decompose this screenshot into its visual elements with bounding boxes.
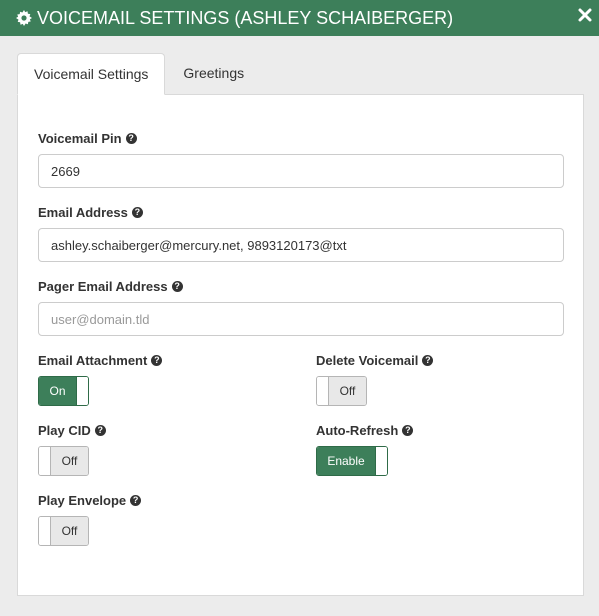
auto-refresh-label-text: Auto-Refresh — [316, 423, 399, 438]
email-attachment-label: Email Attachment ? — [38, 353, 163, 368]
help-icon[interactable]: ? — [130, 495, 142, 506]
play-cid-label: Play CID ? — [38, 423, 106, 438]
toggle-state: On — [39, 377, 76, 405]
help-icon[interactable]: ? — [131, 207, 143, 218]
toggle-knob — [39, 517, 51, 545]
gear-icon — [16, 10, 32, 26]
dialog-header: VOICEMAIL SETTINGS (ASHLEY SCHAIBERGER) — [0, 0, 599, 36]
play-envelope-label-text: Play Envelope — [38, 493, 127, 508]
delete-voicemail-label-text: Delete Voicemail — [316, 353, 419, 368]
help-icon[interactable]: ? — [125, 133, 137, 144]
tab-greetings[interactable]: Greetings — [165, 53, 260, 94]
toggle-state: Off — [51, 517, 88, 545]
close-icon[interactable] — [577, 7, 593, 23]
auto-refresh-toggle[interactable]: Enable — [316, 446, 388, 476]
voicemail-pin-input[interactable] — [38, 154, 564, 188]
voicemail-pin-label-text: Voicemail Pin — [38, 131, 122, 146]
dialog-title-wrap: VOICEMAIL SETTINGS (ASHLEY SCHAIBERGER) — [16, 6, 453, 30]
play-cid-toggle[interactable]: Off — [38, 446, 89, 476]
dialog-title: VOICEMAIL SETTINGS (ASHLEY SCHAIBERGER) — [37, 8, 454, 28]
toggle-state: Off — [51, 447, 88, 475]
delete-voicemail-label: Delete Voicemail ? — [316, 353, 434, 368]
play-envelope-label: Play Envelope ? — [38, 493, 142, 508]
toggle-state: Enable — [317, 447, 375, 475]
help-icon[interactable]: ? — [171, 281, 183, 292]
email-address-label: Email Address ? — [38, 205, 143, 220]
play-cid-label-text: Play CID — [38, 423, 91, 438]
toggle-knob — [317, 377, 329, 405]
tab-voicemail-settings[interactable]: Voicemail Settings — [17, 53, 166, 95]
help-icon[interactable]: ? — [151, 355, 163, 366]
play-envelope-toggle[interactable]: Off — [38, 516, 89, 546]
email-address-input[interactable] — [38, 228, 564, 262]
pager-email-label-text: Pager Email Address — [38, 279, 168, 294]
toggle-state: Off — [329, 377, 366, 405]
email-attachment-toggle[interactable]: On — [38, 376, 89, 406]
settings-panel: Voicemail Pin ? Email Address ? Pager Em… — [17, 94, 584, 596]
toggle-knob — [375, 447, 387, 475]
voicemail-pin-label: Voicemail Pin ? — [38, 131, 137, 146]
auto-refresh-label: Auto-Refresh ? — [316, 423, 414, 438]
toggle-knob — [76, 377, 88, 405]
pager-email-label: Pager Email Address ? — [38, 279, 183, 294]
pager-email-input[interactable] — [38, 302, 564, 336]
help-icon[interactable]: ? — [402, 425, 414, 436]
voicemail-settings-dialog: VOICEMAIL SETTINGS (ASHLEY SCHAIBERGER) … — [0, 0, 599, 616]
email-attachment-label-text: Email Attachment — [38, 353, 148, 368]
email-address-label-text: Email Address — [38, 205, 128, 220]
help-icon[interactable]: ? — [422, 355, 434, 366]
tab-bar: Voicemail Settings Greetings — [17, 53, 260, 95]
delete-voicemail-toggle[interactable]: Off — [316, 376, 367, 406]
toggle-knob — [39, 447, 51, 475]
help-icon[interactable]: ? — [94, 425, 106, 436]
